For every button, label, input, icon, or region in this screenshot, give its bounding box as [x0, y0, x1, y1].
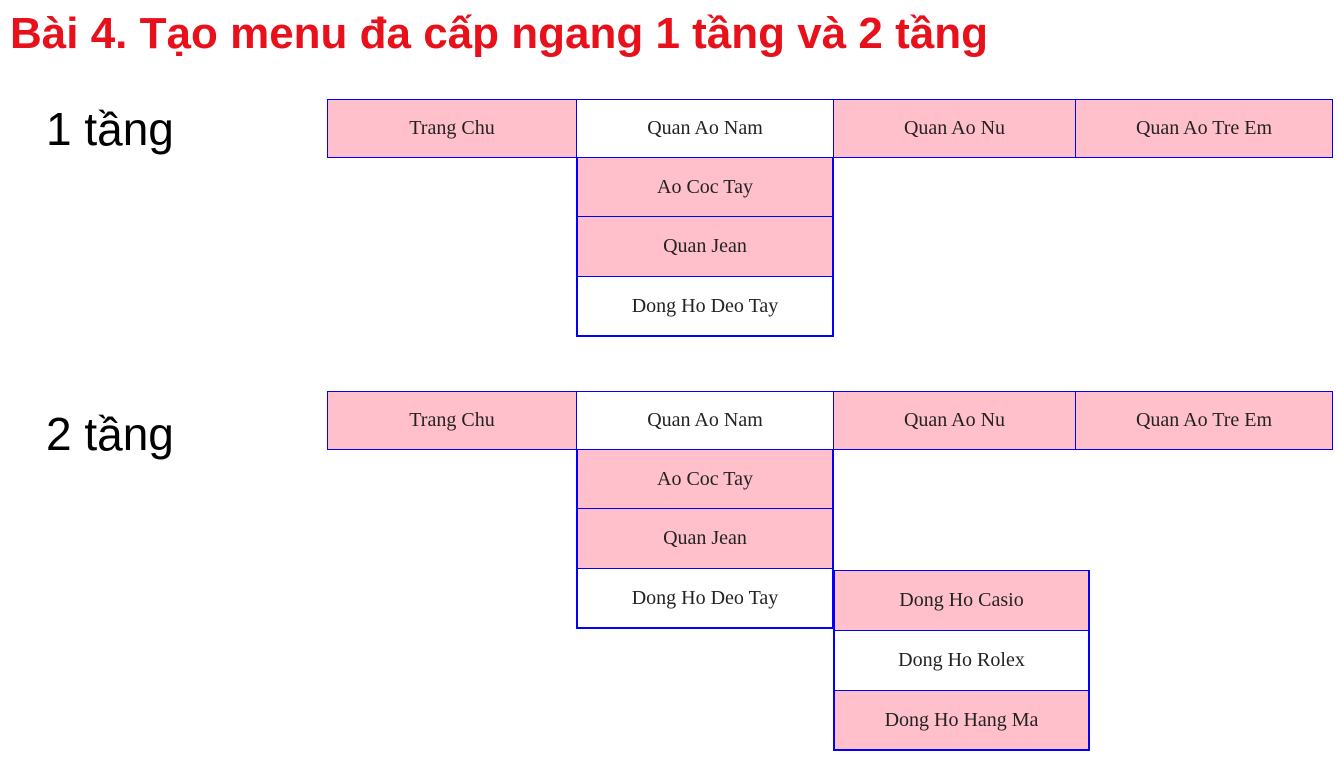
menu-item-quan-ao-nam[interactable]: Quan Ao Nam	[576, 391, 834, 450]
submenu-item-dong-ho-casio[interactable]: Dong Ho Casio	[833, 570, 1090, 632]
menu-item-trang-chu[interactable]: Trang Chu	[327, 391, 577, 450]
section-label-1-level: 1 tầng	[46, 103, 174, 155]
menu-item-quan-ao-tre-em[interactable]: Quan Ao Tre Em	[1075, 391, 1333, 450]
submenu-item-dong-ho-rolex[interactable]: Dong Ho Rolex	[833, 630, 1090, 692]
submenu-item-ao-coc-tay[interactable]: Ao Coc Tay	[576, 449, 834, 510]
menu-item-quan-ao-nu[interactable]: Quan Ao Nu	[833, 99, 1076, 158]
menu-item-quan-ao-nu[interactable]: Quan Ao Nu	[833, 391, 1076, 450]
submenu-item-quan-jean[interactable]: Quan Jean	[576, 508, 834, 570]
page-title: Bài 4. Tạo menu đa cấp ngang 1 tầng và 2…	[10, 9, 988, 58]
submenu-item-ao-coc-tay[interactable]: Ao Coc Tay	[576, 157, 834, 218]
submenu-item-quan-jean[interactable]: Quan Jean	[576, 216, 834, 278]
menu-item-quan-ao-tre-em[interactable]: Quan Ao Tre Em	[1075, 99, 1333, 158]
submenu-item-dong-ho-deo-tay[interactable]: Dong Ho Deo Tay	[576, 276, 834, 337]
submenu-item-dong-ho-hang-ma[interactable]: Dong Ho Hang Ma	[833, 690, 1090, 751]
menu-item-trang-chu[interactable]: Trang Chu	[327, 99, 577, 158]
menu-item-quan-ao-nam[interactable]: Quan Ao Nam	[576, 99, 834, 158]
section-label-2-level: 2 tầng	[46, 408, 174, 460]
submenu-item-dong-ho-deo-tay[interactable]: Dong Ho Deo Tay	[576, 568, 834, 629]
